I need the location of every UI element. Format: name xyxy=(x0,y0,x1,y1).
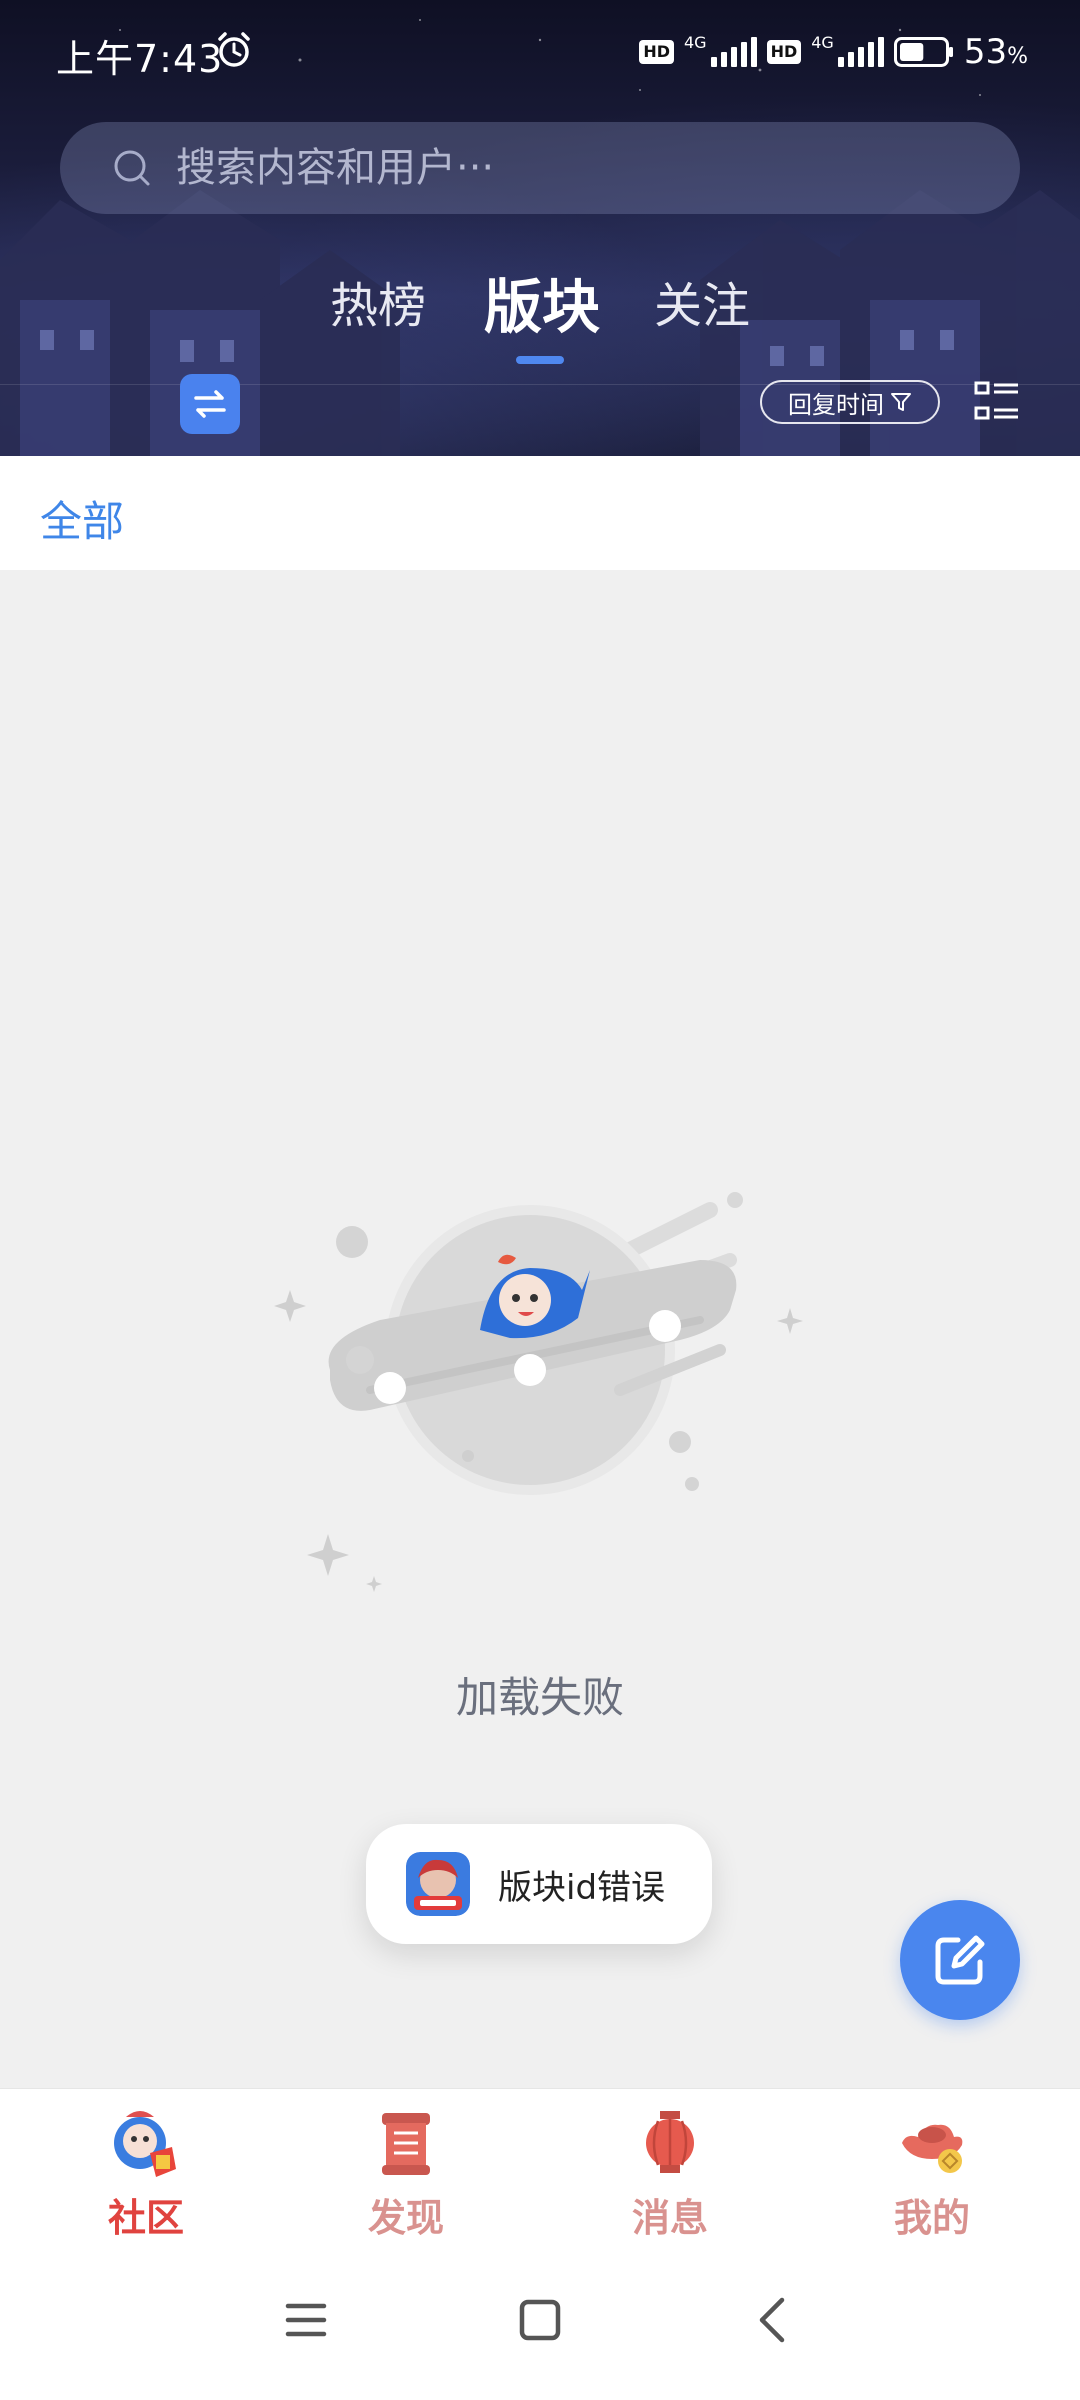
search-icon xyxy=(114,150,150,186)
nav-messages[interactable]: 消息 xyxy=(570,2103,770,2242)
top-tabs: 热榜 版块 关注 xyxy=(0,252,1080,364)
battery-fill xyxy=(899,43,924,61)
nav-label-discover: 发现 xyxy=(367,2196,444,2240)
network-type: 4G xyxy=(684,32,707,52)
nav-community[interactable]: 社区 xyxy=(46,2103,246,2242)
category-row: 全部 xyxy=(0,456,1080,570)
hd-badge: HD xyxy=(639,40,674,64)
status-time: 上午7:43 xyxy=(56,37,224,81)
network-type-2: 4G xyxy=(811,32,834,52)
tab-indicator xyxy=(516,356,564,364)
community-mascot-icon xyxy=(114,2111,176,2177)
nav-label-messages: 消息 xyxy=(631,2196,708,2240)
lantern-icon xyxy=(646,2111,694,2173)
nav-discover[interactable]: 发现 xyxy=(306,2103,506,2242)
tab-hot[interactable]: 热榜 xyxy=(330,266,426,336)
signal-icon-2 xyxy=(837,37,884,67)
discover-scroll-icon xyxy=(382,2113,430,2175)
list-view-icon[interactable] xyxy=(974,380,1020,422)
nav-label-community: 社区 xyxy=(107,2196,184,2240)
battery-percent: 53% xyxy=(963,32,1028,72)
filter-icon xyxy=(891,393,911,411)
system-navigation-bar xyxy=(0,2238,1080,2400)
sort-by-reply-time-button[interactable]: 回复时间 xyxy=(760,380,940,424)
gold-ingot-icon xyxy=(902,2124,963,2173)
status-bar: 上午7:43 HD 4G HD 4G 53% xyxy=(0,0,1080,104)
error-toast: 版块id错误 xyxy=(366,1824,712,1944)
swap-arrows-icon xyxy=(194,390,226,418)
nav-me[interactable]: 我的 xyxy=(832,2103,1032,2242)
menu-icon[interactable] xyxy=(276,2290,336,2350)
bottom-nav: 社区 发现 消息 我的 xyxy=(0,2088,1080,2242)
load-failed-message: 加载失败 xyxy=(455,1673,624,1722)
home-icon[interactable] xyxy=(510,2290,570,2350)
hd-badge-2: HD xyxy=(766,40,802,64)
alarm-icon xyxy=(218,32,250,67)
app-logo xyxy=(406,1852,470,1916)
tab-boards[interactable]: 版块 xyxy=(484,260,600,344)
sort-label: 回复时间 xyxy=(788,390,884,419)
load-failed-illustration xyxy=(274,1192,803,1592)
toast-message: 版块id错误 xyxy=(498,1867,666,1908)
switch-board-button[interactable] xyxy=(180,374,240,434)
battery-icon xyxy=(893,37,953,67)
header-banner: 上午7:43 HD 4G HD 4G 53% 搜索内容和用户··· 热榜 版块 … xyxy=(0,0,1080,456)
signal-icon xyxy=(710,37,757,67)
edit-icon xyxy=(935,1935,985,1985)
category-all[interactable]: 全部 xyxy=(40,488,124,549)
compose-post-button[interactable] xyxy=(900,1900,1020,2020)
status-indicators: HD 4G HD 4G 53% xyxy=(639,28,1028,76)
tab-following[interactable]: 关注 xyxy=(654,266,750,336)
nav-label-me: 我的 xyxy=(893,2196,970,2240)
search-input[interactable] xyxy=(174,144,938,192)
back-icon[interactable] xyxy=(744,2290,804,2350)
search-bar[interactable] xyxy=(60,122,1020,214)
